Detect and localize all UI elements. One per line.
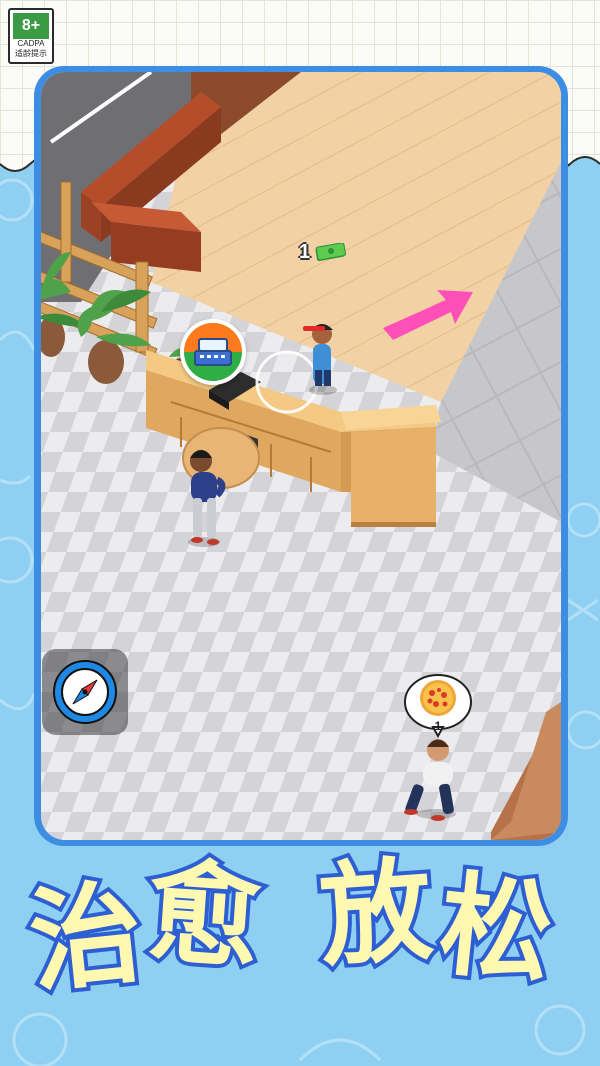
game-viewport[interactable]: 1 1 [41, 72, 561, 840]
title-char-3: 放 [312, 841, 441, 986]
cash-register-icon [184, 323, 242, 381]
age-rating-value: 8+ [13, 13, 49, 39]
customer-order-bubble: 1 [403, 672, 473, 739]
cash-amount: 1 [299, 240, 311, 263]
cash-counter: 1 [299, 240, 347, 264]
register-station-button[interactable] [180, 319, 246, 385]
money-bill-icon [315, 243, 347, 261]
age-rating-org: CADPA [17, 39, 45, 48]
age-rating-badge: 8+ CADPA 适龄提示 [8, 8, 54, 64]
promo-title: 治 愈 放 松 [0, 840, 600, 1066]
compass-icon [53, 660, 117, 724]
title-char-4: 松 [430, 856, 563, 1005]
order-quantity: 1 [434, 719, 442, 733]
age-rating-caption: 适龄提示 [15, 49, 47, 58]
pizza-icon [420, 680, 456, 716]
title-char-1: 治 [20, 864, 153, 1013]
compass-button[interactable] [42, 649, 128, 735]
title-char-2: 愈 [140, 843, 269, 988]
